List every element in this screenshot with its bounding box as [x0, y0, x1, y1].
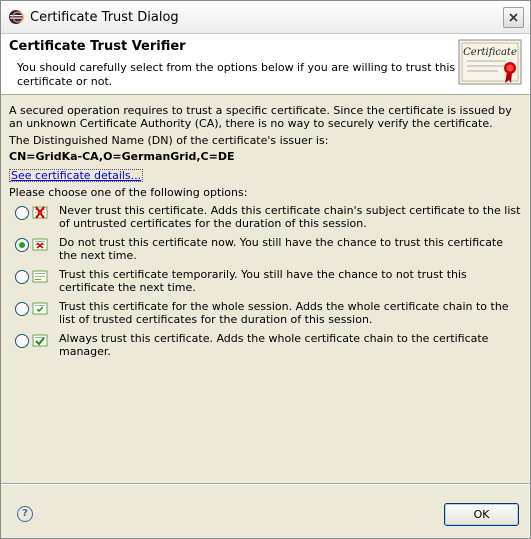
option-trust-temporarily[interactable]: Trust this certificate temporarily. You … [9, 268, 524, 294]
radio-always-trust[interactable] [15, 334, 29, 348]
radio-never-trust[interactable] [15, 206, 29, 220]
trust-temporarily-icon [32, 268, 48, 284]
radio-not-now[interactable] [15, 238, 29, 252]
banner-title: Certificate Trust Verifier [9, 39, 186, 54]
footer-separator [1, 483, 530, 485]
close-button[interactable] [503, 7, 524, 28]
certificate-image-text: Certificate [463, 47, 517, 58]
radio-trust-session[interactable] [15, 302, 29, 316]
certificate-image: Certificate [458, 39, 522, 87]
option-never-trust-text: Never trust this certificate. Adds this … [59, 204, 521, 230]
option-trust-session-text: Trust this certificate for the whole ses… [59, 300, 509, 326]
option-always-trust-text: Always trust this certificate. Adds the … [59, 332, 489, 358]
certificate-trust-dialog: Certificate Trust Dialog Certificate Tru… [0, 0, 531, 539]
dn-label: The Distinguished Name (DN) of the certi… [9, 134, 329, 147]
close-icon [509, 13, 518, 22]
window-title: Certificate Trust Dialog [30, 9, 179, 25]
banner-message: You should carefully select from the opt… [17, 61, 456, 88]
always-trust-icon [32, 332, 48, 348]
header-banner: Certificate Trust Verifier You should ca… [1, 34, 530, 95]
never-trust-icon [32, 204, 48, 220]
radio-trust-temporarily[interactable] [15, 270, 29, 284]
option-trust-session[interactable]: Trust this certificate for the whole ses… [9, 300, 524, 326]
not-now-icon [32, 236, 48, 252]
title-bar[interactable]: Certificate Trust Dialog [1, 1, 530, 34]
option-never-trust[interactable]: Never trust this certificate. Adds this … [9, 204, 524, 230]
option-not-now-text: Do not trust this certificate now. You s… [59, 236, 504, 262]
dn-value: CN=GridKa-CA,O=GermanGrid,C=DE [9, 150, 235, 163]
option-always-trust[interactable]: Always trust this certificate. Adds the … [9, 332, 524, 358]
ok-button[interactable]: OK [444, 503, 519, 526]
help-icon: ? [22, 508, 28, 519]
option-trust-temporarily-text: Trust this certificate temporarily. You … [59, 268, 467, 294]
eclipse-app-icon [8, 9, 24, 25]
intro-text: A secured operation requires to trust a … [9, 104, 512, 130]
trust-session-icon [32, 300, 48, 316]
main-content: A secured operation requires to trust a … [9, 104, 524, 364]
trust-options: Never trust this certificate. Adds this … [9, 204, 524, 358]
choose-label: Please choose one of the following optio… [9, 186, 248, 199]
certificate-details-link[interactable]: See certificate details... [9, 169, 144, 182]
help-button[interactable]: ? [17, 506, 33, 522]
option-not-now[interactable]: Do not trust this certificate now. You s… [9, 236, 524, 262]
